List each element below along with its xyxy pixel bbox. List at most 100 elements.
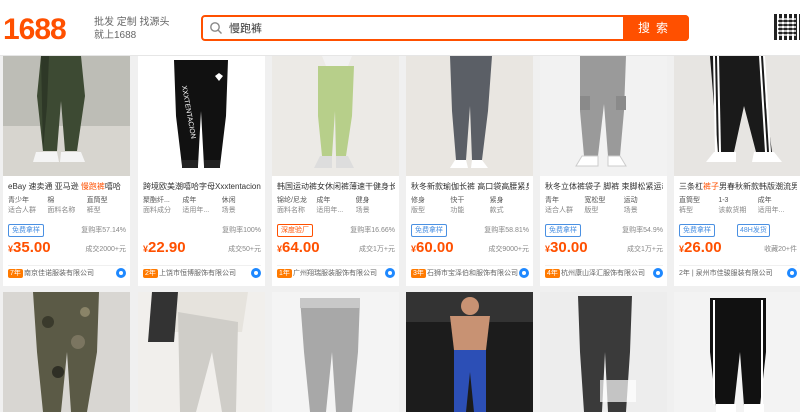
attr-value: 修身: [411, 197, 425, 204]
attr-key: 面料名称: [277, 207, 305, 214]
product-image[interactable]: [272, 292, 399, 412]
wangwang-chat-icon[interactable]: [519, 268, 529, 278]
product-attributes: 青少年 适合人群 棉面料名称 直筒型 裤型: [8, 196, 126, 220]
product-card[interactable]: eBay 速卖通 亚马逊 慢跑裤嘻哈 青少年 适合人群 棉面料名称 直筒型 裤型 免…: [3, 56, 130, 286]
product-image[interactable]: [674, 56, 800, 176]
product-image[interactable]: [406, 56, 533, 176]
wangwang-chat-icon[interactable]: [116, 268, 126, 278]
product-title[interactable]: 秋冬立体裤袋子 脚裤 束脚松紧运动跨: [545, 181, 663, 192]
shop-name[interactable]: 石狮市宝泽伯和服饰有限公司: [427, 269, 519, 278]
title-text: 三条杠: [679, 182, 703, 191]
product-image[interactable]: [3, 292, 130, 412]
attr-key: 适合人群: [8, 207, 36, 214]
product-image[interactable]: [674, 292, 800, 412]
product-attributes: 直筒型 裤型 1-3 该款货期 成年 适用年...: [679, 196, 797, 220]
product-card[interactable]: [540, 292, 667, 412]
product-attributes: 聚酯纤... 面料成分 成年 适用年... 休闲 场景: [143, 196, 261, 220]
product-title[interactable]: 三条杠裤子男春秋新款韩版潮流男士: [679, 181, 797, 192]
attr: 成年 适用年...: [316, 196, 355, 220]
product-card[interactable]: 韩国运动裤女休闲裤薄速干健身长裤高 锦纶/尼龙面料名称 成年适用年... 健身场…: [272, 56, 399, 286]
product-photo: [406, 292, 533, 412]
product-card[interactable]: [3, 292, 130, 412]
product-card[interactable]: [406, 292, 533, 412]
sales-volume: 成交9000+元: [488, 246, 529, 253]
attr: 青少年 适合人群: [8, 196, 47, 220]
shop-name[interactable]: 南京佳诺服装有限公司: [24, 269, 116, 278]
product-title[interactable]: 跨境欧美潮嘻哈字母Xxxtentacion卫裤休: [143, 181, 261, 192]
product-image[interactable]: [406, 292, 533, 412]
attr-key: 裤型: [86, 207, 101, 214]
product-title[interactable]: eBay 速卖通 亚马逊 慢跑裤嘻哈: [8, 181, 126, 192]
attr: 快干 功能: [450, 196, 489, 220]
product-card[interactable]: [138, 292, 265, 412]
product-image[interactable]: XXXTENTACION: [138, 56, 265, 176]
attr-value: 成年: [757, 197, 772, 204]
product-title[interactable]: 韩国运动裤女休闲裤薄速干健身长裤高: [277, 181, 395, 192]
product-photo: [674, 292, 800, 412]
price-value: 64.00: [282, 239, 320, 256]
rebuy-rate: 复购率54.9%: [622, 227, 663, 234]
shop-years-badge: 7年: [8, 269, 23, 278]
tag-row: 免费拿样 复购率58.81%: [411, 224, 529, 237]
sales-volume: 成交2000+元: [85, 246, 126, 253]
shop-name[interactable]: 上饶市恒博服饰有限公司: [159, 269, 251, 278]
shop-row: 7年 南京佳诺服装有限公司: [8, 265, 126, 279]
attr: 直筒型 裤型: [87, 196, 126, 220]
product-attributes: 修身 版型 快干 功能 紧身 款式: [411, 196, 529, 220]
search-button[interactable]: 搜索: [623, 15, 689, 41]
attr-key: 版型: [584, 207, 599, 214]
product-card[interactable]: [272, 292, 399, 412]
shipping-tag: 48H发货: [737, 224, 770, 237]
product-image[interactable]: [3, 56, 130, 176]
product-image[interactable]: [540, 56, 667, 176]
attr-value: 青少年: [8, 197, 29, 204]
product-card[interactable]: XXXTENTACION 跨境欧美潮嘻哈字母Xxxtentacion卫裤休 聚酯…: [138, 56, 265, 286]
attr-value: 青年: [545, 197, 559, 204]
attr-value: 锦纶/尼龙: [277, 197, 307, 204]
product-grid: eBay 速卖通 亚马逊 慢跑裤嘻哈 青少年 适合人群 棉面料名称 直筒型 裤型 免…: [0, 56, 800, 412]
shop-name[interactable]: 杭州康山泽汇服饰有限公司: [561, 269, 653, 278]
slogan-line-2: 就上1688: [94, 30, 137, 41]
product-photo: [540, 292, 667, 412]
price: ¥35.00: [8, 239, 51, 256]
attr-key: 场景: [221, 207, 236, 214]
product-card[interactable]: 秋冬立体裤袋子 脚裤 束脚松紧运动跨 青年适合人群 宽松型版型 运动场景 免费拿…: [540, 56, 667, 286]
wangwang-chat-icon[interactable]: [385, 268, 395, 278]
attr-key: 场景: [623, 207, 638, 214]
attr-value: 聚酯纤...: [143, 197, 170, 204]
attr: 健身 场景: [356, 196, 395, 220]
shop-years-badge: 2年: [143, 269, 158, 278]
attr-value: 1-3: [718, 197, 729, 204]
product-card[interactable]: 秋冬新款瑜伽长裤 高口袋高腰紧身瑜 修身 版型 快干 功能 紧身 款式 免费拿样 复购率…: [406, 56, 533, 286]
attr: 青年 适合人群: [545, 196, 584, 220]
product-card[interactable]: [674, 292, 800, 412]
tag-row: 深度验厂 复购率16.66%: [277, 224, 395, 237]
shop-name[interactable]: 2年 | 泉州市佳骏服装有限公司: [679, 269, 787, 278]
wangwang-chat-icon[interactable]: [251, 268, 261, 278]
search-input[interactable]: [229, 19, 619, 37]
price: ¥60.00: [411, 239, 454, 256]
product-attributes: 青年 适合人群 宽松型 版型 运动 场景: [545, 196, 663, 220]
sales-volume: 成交50+元: [228, 246, 261, 253]
product-photo: [138, 292, 265, 412]
attr-key: 适用年...: [316, 207, 344, 214]
attr-key: 版型: [411, 207, 425, 214]
product-card[interactable]: 三条杠裤子男春秋新款韩版潮流男士 直筒型裤型 1-3该款货期 成年适用年... …: [674, 56, 800, 286]
price-value: 35.00: [13, 239, 51, 256]
qr-code-icon[interactable]: [774, 14, 800, 40]
product-image[interactable]: [540, 292, 667, 412]
price: ¥64.00: [277, 239, 320, 256]
price-value: 22.90: [148, 239, 186, 256]
attr: 直筒型 裤型: [679, 196, 718, 220]
attr-value: 快干: [450, 197, 465, 204]
service-tag: 免费拿样: [411, 224, 447, 237]
price: ¥30.00: [545, 239, 588, 256]
shop-name[interactable]: 广州翔瑞服装服饰有限公司: [293, 269, 385, 278]
product-image[interactable]: [272, 56, 399, 176]
product-title[interactable]: 秋冬新款瑜伽长裤 高口袋高腰紧身瑜: [411, 181, 529, 192]
wangwang-chat-icon[interactable]: [787, 268, 797, 278]
site-logo[interactable]: 1688: [3, 13, 67, 47]
wangwang-chat-icon[interactable]: [653, 268, 663, 278]
title-text-end: 男春秋新款韩版潮流男士: [719, 182, 797, 191]
product-image[interactable]: [138, 292, 265, 412]
